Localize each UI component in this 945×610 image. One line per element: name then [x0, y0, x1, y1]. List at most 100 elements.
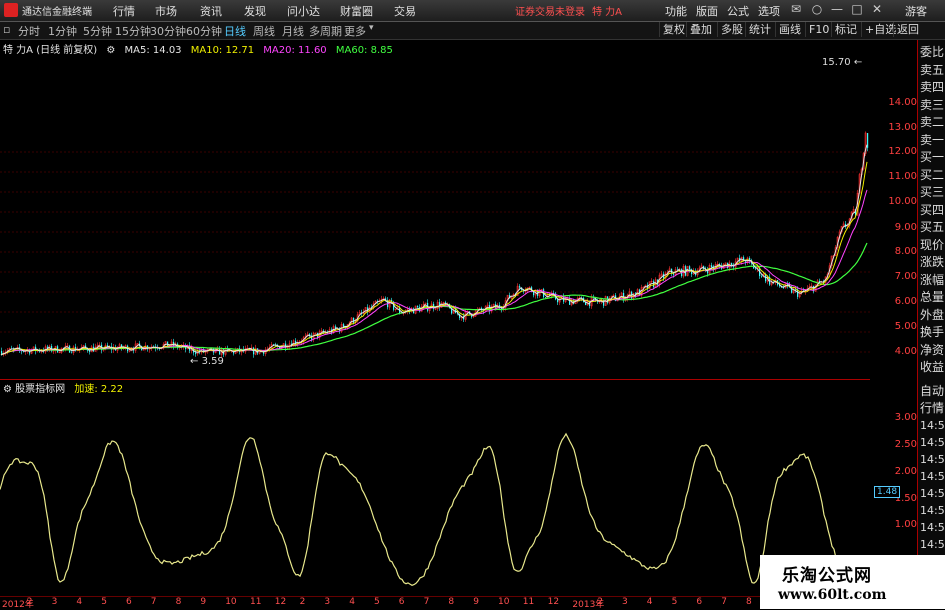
indicator-current-badge: 1.48: [874, 486, 901, 498]
menu-options[interactable]: 选项: [758, 3, 780, 19]
price-tick: 4.00: [894, 346, 917, 357]
date-tick: 2: [299, 597, 306, 607]
indicator-chart[interactable]: [0, 395, 870, 596]
mail-icon[interactable]: ✉: [789, 2, 803, 16]
date-tick: 7: [721, 597, 727, 607]
period-more[interactable]: 更多: [344, 23, 366, 39]
period-30min[interactable]: 30分钟: [150, 23, 186, 39]
date-tick: 4: [646, 597, 653, 607]
tick-list-item[interactable]: 14:50: [920, 436, 945, 449]
menu-exchange[interactable]: 市场: [155, 3, 177, 19]
date-tick: 8: [746, 597, 752, 607]
price-tick: 14.00: [888, 97, 917, 108]
quote-field-label: 卖二: [920, 115, 945, 129]
date-tick: 8: [175, 597, 182, 607]
period-60min[interactable]: 60分钟: [186, 23, 222, 39]
indicator-header: ⚙ 股票指标网 加速: 2.22: [0, 380, 124, 395]
date-tick: 3: [324, 597, 331, 607]
quote-field-label: 委比: [920, 45, 945, 59]
indicator-param: 加速: 2.22: [74, 384, 124, 395]
price-chart[interactable]: [0, 55, 870, 380]
tick-list-item[interactable]: 行情: [920, 402, 945, 415]
period-toolbar: ▫ 分时 1分钟 5分钟 15分钟 30分钟 60分钟 日线 周线 月线 多周期…: [0, 22, 945, 40]
btn-restore-rights[interactable]: 复权: [659, 22, 688, 37]
date-tick: 7: [423, 597, 430, 607]
tick-list-item[interactable]: 14:50: [920, 470, 945, 483]
date-tick: 11: [250, 597, 262, 607]
btn-draw-line[interactable]: 画线: [775, 22, 804, 37]
quote-field-label: 外盘: [920, 307, 945, 322]
date-tick: 4: [76, 597, 83, 607]
period-minute[interactable]: 分时: [18, 23, 40, 39]
maximize-icon[interactable]: □: [850, 2, 864, 16]
close-icon[interactable]: ✕: [870, 2, 884, 16]
tick-list-item[interactable]: 14:50: [920, 504, 945, 517]
date-tick: 12: [274, 597, 287, 607]
quote-field-label: 卖三: [920, 97, 945, 112]
menu-function[interactable]: 功能: [665, 3, 687, 19]
app-logo-icon: [4, 3, 18, 17]
btn-statistics[interactable]: 统计: [745, 22, 774, 37]
period-1min[interactable]: 1分钟: [48, 23, 77, 39]
menu-formula[interactable]: 公式: [727, 3, 749, 19]
menu-ask[interactable]: 问小达: [287, 3, 320, 19]
date-tick: 9: [473, 597, 479, 607]
price-tick: 12.00: [888, 146, 917, 157]
quote-field-label: 总量: [920, 290, 945, 304]
period-month[interactable]: 月线: [282, 23, 304, 39]
tick-list-item[interactable]: 自动: [920, 385, 945, 398]
menu-layout[interactable]: 版面: [696, 3, 718, 19]
btn-f10[interactable]: F10: [805, 22, 832, 37]
tick-list-item[interactable]: 14:50: [920, 521, 945, 534]
date-tick: 9: [200, 597, 207, 607]
quote-field-label: 涨跌: [920, 255, 945, 269]
btn-back[interactable]: 返回: [893, 22, 922, 37]
period-day[interactable]: 日线: [224, 23, 246, 39]
more-dropdown-icon[interactable]: ▾: [369, 23, 374, 33]
guest-label[interactable]: 游客: [905, 3, 927, 19]
menubar: 通达信金融终端 行情 市场 资讯 发现 问小达 财富圈 交易 证券交易未登录 特…: [0, 0, 945, 22]
indicator-name: 股票指标网: [15, 384, 66, 395]
btn-multi-stock[interactable]: 多股: [717, 22, 746, 37]
quote-field-label: 现价: [920, 237, 945, 252]
watermark-title: 乐淘公式网: [782, 566, 872, 586]
date-tick: 10: [498, 597, 510, 607]
app-title: 通达信金融终端: [22, 7, 92, 18]
tick-list-item[interactable]: 14:50: [920, 487, 945, 500]
date-tick: 10: [225, 597, 237, 607]
price-tick: 5.00: [894, 321, 917, 332]
watermark-url: www.60lt.com: [778, 587, 887, 603]
menu-trade[interactable]: 交易: [394, 3, 416, 19]
tick-list-item[interactable]: 14:50: [920, 453, 945, 466]
minimize-icon[interactable]: —: [830, 2, 844, 16]
high-price-marker: 15.70 ←: [822, 57, 863, 68]
indicator-settings-icon[interactable]: ⚙: [3, 384, 12, 395]
quote-field-label: 净资: [920, 342, 945, 357]
menu-market[interactable]: 行情: [113, 3, 135, 19]
quote-field-label: 卖四: [920, 80, 945, 94]
menu-wealth[interactable]: 财富圈: [340, 3, 373, 19]
tick-list-item[interactable]: 14:50: [920, 419, 945, 432]
price-tick: 11.00: [888, 171, 917, 182]
date-tick: 11: [522, 597, 535, 607]
tick-list-item[interactable]: 14:50: [920, 538, 945, 551]
period-week[interactable]: 周线: [253, 23, 275, 39]
indicator-line: [0, 432, 869, 586]
menu-discover[interactable]: 发现: [244, 3, 266, 19]
price-tick: 8.00: [894, 246, 917, 257]
square-icon[interactable]: ▫: [3, 23, 10, 36]
btn-overlay[interactable]: 叠加: [686, 22, 715, 37]
price-tick: 10.00: [888, 196, 917, 207]
menu-news[interactable]: 资讯: [200, 3, 222, 19]
help-icon[interactable]: ○: [810, 2, 824, 16]
ma5-line: [0, 144, 868, 356]
period-multi[interactable]: 多周期: [309, 23, 342, 39]
period-5min[interactable]: 5分钟: [83, 23, 112, 39]
date-tick: 12: [547, 597, 560, 607]
login-warning[interactable]: 证券交易未登录: [515, 3, 585, 18]
date-tick: 3: [51, 597, 58, 607]
btn-mark[interactable]: 标记: [831, 22, 860, 37]
date-axis: 2012年 2 3 4 5 6 7 8 9 10 11 12 2 3 4 5 6 7 8 9 10 11 12 2013年 2 3…: [0, 596, 870, 610]
quote-field-label: 卖五: [920, 62, 945, 77]
period-15min[interactable]: 15分钟: [115, 23, 151, 39]
